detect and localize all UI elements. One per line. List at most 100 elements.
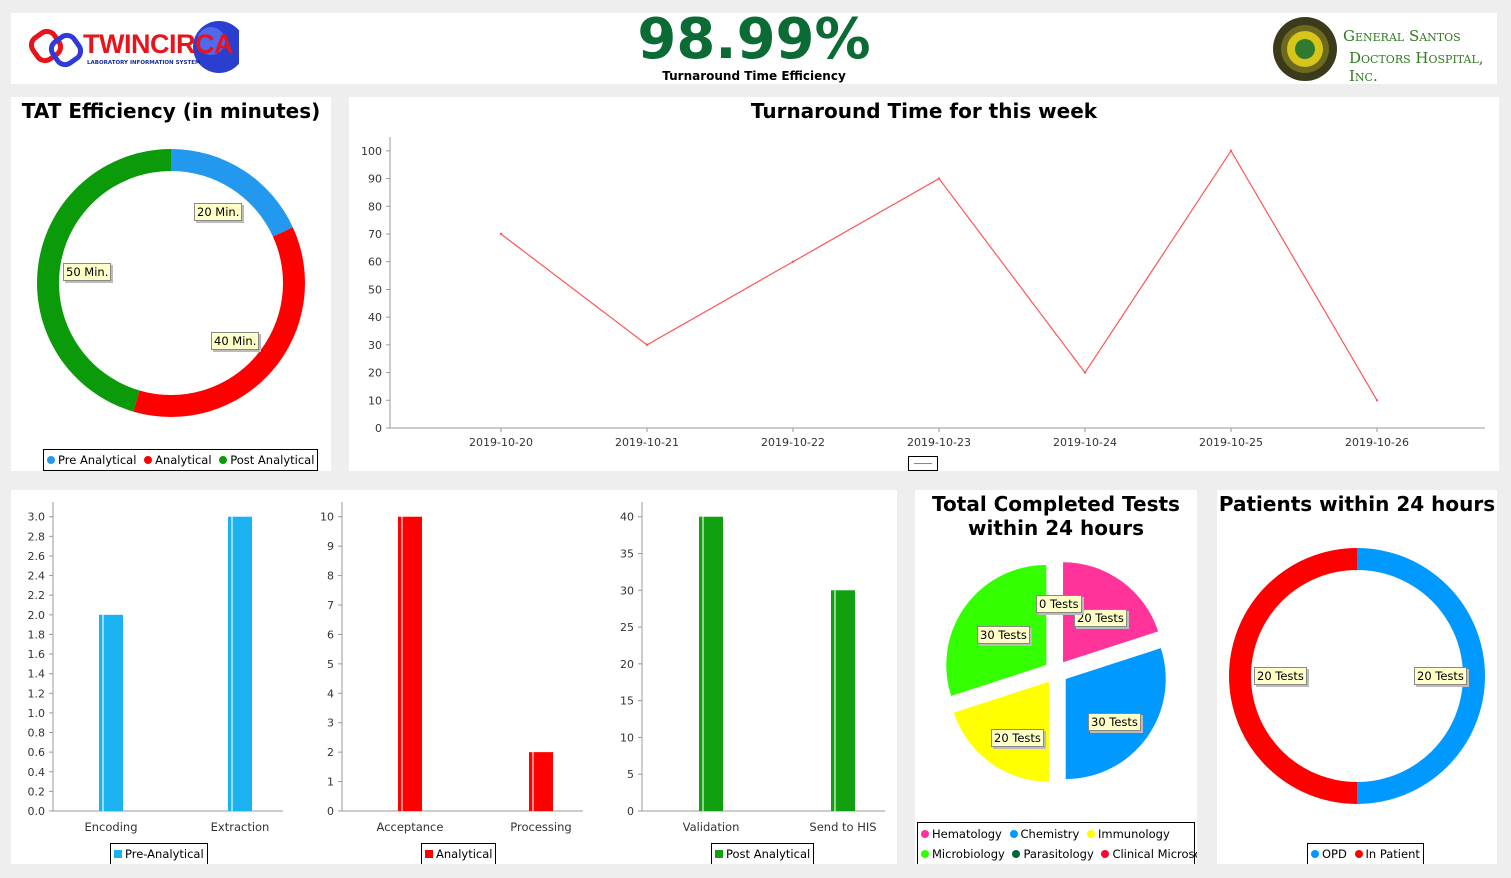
hospital-name-line1: General Santos bbox=[1343, 27, 1461, 45]
hospital-seal-icon bbox=[1273, 17, 1337, 81]
tat-label-post-analytical: 50 Min. bbox=[63, 263, 112, 281]
week-series-line bbox=[500, 149, 1378, 401]
analytical-y-tick-label: 8 bbox=[327, 570, 334, 583]
pre-analytical-y-tick-label: 2.0 bbox=[28, 609, 46, 622]
tests-label-hematology: 20 Tests bbox=[1074, 609, 1127, 627]
patients-legend: OPD In Patient bbox=[1307, 843, 1424, 864]
pre-analytical-y-tick-label: 1.6 bbox=[28, 648, 46, 661]
week-y-tick-label: 0 bbox=[375, 422, 382, 435]
analytical-y-tick-label: 4 bbox=[327, 687, 334, 700]
post-analytical-y-tick-label: 10 bbox=[620, 731, 634, 744]
legend-item-hematology: Hematology bbox=[921, 824, 1002, 844]
week-x-tick-label: 2019-10-25 bbox=[1199, 436, 1263, 449]
analytical-y-tick-label: 6 bbox=[327, 628, 334, 641]
stage-bar-charts: 0.0 0.2 0.4 0.6 0.8 1.0 1.2 1.4 1.6 1.8 2.0 2.2 2.4 2… bbox=[28, 502, 885, 834]
analytical-category-label: Acceptance bbox=[377, 820, 444, 834]
post-analytical-y-tick-label: 25 bbox=[620, 621, 634, 634]
legend-item-immunology: Immunology bbox=[1087, 824, 1170, 844]
analytical-y-tick-label: 1 bbox=[327, 776, 334, 789]
legend-item-parasitology: Parasitology bbox=[1012, 844, 1094, 864]
tat-slice-pre-analytical bbox=[171, 149, 293, 237]
post-analytical-y-tick-label: 30 bbox=[620, 584, 634, 597]
tests-label-microbiology: 30 Tests bbox=[977, 626, 1030, 644]
turnaround-week-panel: Turnaround Time for this week 0 10 20 30 40 5… bbox=[349, 97, 1499, 471]
tests-label-immunology: 20 Tests bbox=[991, 729, 1044, 747]
analytical-y-tick-label: 3 bbox=[327, 717, 334, 730]
post-analytical-y-tick-label: 20 bbox=[620, 658, 634, 671]
analytical-y-tick-label: 7 bbox=[327, 599, 334, 612]
week-data-point bbox=[791, 260, 795, 263]
legend-item-microbiology: Microbiology bbox=[921, 844, 1005, 864]
week-data-point bbox=[1083, 371, 1087, 374]
week-y-tick-label: 50 bbox=[368, 283, 382, 296]
legend-item-pre-analytical: Pre Analytical bbox=[47, 451, 136, 469]
pre-analytical-y-tick-label: 2.8 bbox=[28, 530, 46, 543]
pre-analytical-y-tick-label: 0.6 bbox=[28, 746, 46, 759]
legend-item-clinical-microscopy: Clinical Microscopy bbox=[1101, 844, 1197, 864]
analytical-y-tick-label: 0 bbox=[327, 805, 334, 818]
week-x-tick-label: 2019-10-20 bbox=[469, 436, 533, 449]
pre-analytical-y-tick-label: 0.4 bbox=[28, 766, 46, 779]
pre-analytical-category-label: Encoding bbox=[85, 820, 138, 834]
post-analytical-y-tick-label: 5 bbox=[627, 768, 634, 781]
legend-item-post-analytical: Post Analytical bbox=[219, 451, 314, 469]
tat-label-analytical: 40 Min. bbox=[211, 332, 260, 350]
week-y-tick-label: 70 bbox=[368, 228, 382, 241]
tat-donut-chart bbox=[37, 149, 305, 417]
legend-item-opd: OPD bbox=[1311, 845, 1347, 863]
tat-label-pre-analytical: 20 Min. bbox=[194, 203, 243, 221]
week-x-tick-label: 2019-10-24 bbox=[1053, 436, 1117, 449]
post-analytical-bar-highlight bbox=[702, 516, 704, 811]
pre-analytical-y-tick-label: 1.4 bbox=[28, 668, 46, 681]
post-analytical-legend: Post Analytical bbox=[711, 843, 815, 864]
header-bar: TWINCIRCA LABORATORY INFORMATION SYSTEM … bbox=[11, 13, 1497, 84]
week-legend bbox=[908, 456, 938, 471]
pre-analytical-y-tick-label: 0.0 bbox=[28, 805, 46, 818]
analytical-bar-highlight bbox=[532, 752, 534, 811]
week-x-tick-label: 2019-10-26 bbox=[1345, 436, 1409, 449]
pre-analytical-y-tick-label: 0.2 bbox=[28, 785, 46, 798]
tests-legend: Hematology Chemistry Immunology Microbio… bbox=[917, 822, 1197, 864]
week-line-chart: 0 10 20 30 40 50 60 70 80 90 100 2019-10-20 2019-10-… bbox=[361, 137, 1485, 449]
week-y-tick-label: 20 bbox=[368, 367, 382, 380]
pre-analytical-y-tick-label: 1.8 bbox=[28, 628, 46, 641]
week-data-point bbox=[937, 177, 941, 180]
pre-analytical-y-tick-label: 3.0 bbox=[28, 511, 46, 524]
week-x-tick-label: 2019-10-22 bbox=[761, 436, 825, 449]
completed-tests-panel: Total Completed Tests within 24 hours 20… bbox=[915, 490, 1197, 864]
analytical-category-label: Processing bbox=[510, 820, 571, 834]
week-data-point bbox=[499, 232, 503, 236]
week-y-tick-label: 90 bbox=[368, 173, 382, 186]
legend-item-chemistry: Chemistry bbox=[1009, 824, 1079, 844]
pre-analytical-y-tick-label: 2.6 bbox=[28, 550, 46, 563]
week-data-point bbox=[645, 343, 649, 347]
pre-analytical-legend: Pre-Analytical bbox=[110, 843, 208, 864]
pre-analytical-y-tick-label: 0.8 bbox=[28, 727, 46, 740]
analytical-legend: Analytical bbox=[421, 843, 497, 864]
legend-item-analytical: Analytical bbox=[144, 451, 212, 469]
week-y-tick-label: 30 bbox=[368, 339, 382, 352]
pre-analytical-y-tick-label: 2.2 bbox=[28, 589, 46, 602]
stage-bars-panel: 0.0 0.2 0.4 0.6 0.8 1.0 1.2 1.4 1.6 1.8 2.0 2.2 2.4 2… bbox=[11, 490, 897, 864]
post-analytical-y-tick-label: 15 bbox=[620, 695, 634, 708]
patients-panel: Patients within 24 hours 20 Tests 20 Tes… bbox=[1217, 490, 1497, 864]
week-y-tick-label: 60 bbox=[368, 256, 382, 269]
week-x-tick-label: 2019-10-21 bbox=[615, 436, 679, 449]
post-analytical-y-tick-label: 0 bbox=[627, 805, 634, 818]
week-x-tick-label: 2019-10-23 bbox=[907, 436, 971, 449]
week-data-point bbox=[1375, 399, 1379, 402]
tests-label-parasitology: 0 Tests bbox=[1036, 595, 1082, 613]
week-y-tick-label: 100 bbox=[361, 145, 382, 158]
post-analytical-category-label: Send to HIS bbox=[809, 820, 876, 834]
tests-pie-chart bbox=[946, 562, 1166, 782]
week-y-tick-label: 10 bbox=[368, 394, 382, 407]
analytical-bar-highlight bbox=[401, 516, 403, 811]
legend-item-in-patient: In Patient bbox=[1354, 845, 1420, 863]
pre-analytical-category-label: Extraction bbox=[211, 820, 270, 834]
analytical-y-tick-label: 5 bbox=[327, 658, 334, 671]
post-analytical-y-tick-label: 40 bbox=[620, 511, 634, 524]
pre-analytical-bar-highlight bbox=[102, 614, 104, 811]
pre-analytical-y-tick-label: 2.4 bbox=[28, 570, 46, 583]
patients-label-opd: 20 Tests bbox=[1414, 667, 1467, 685]
tat-legend: Pre Analytical Analytical Post Analytica… bbox=[43, 449, 319, 471]
